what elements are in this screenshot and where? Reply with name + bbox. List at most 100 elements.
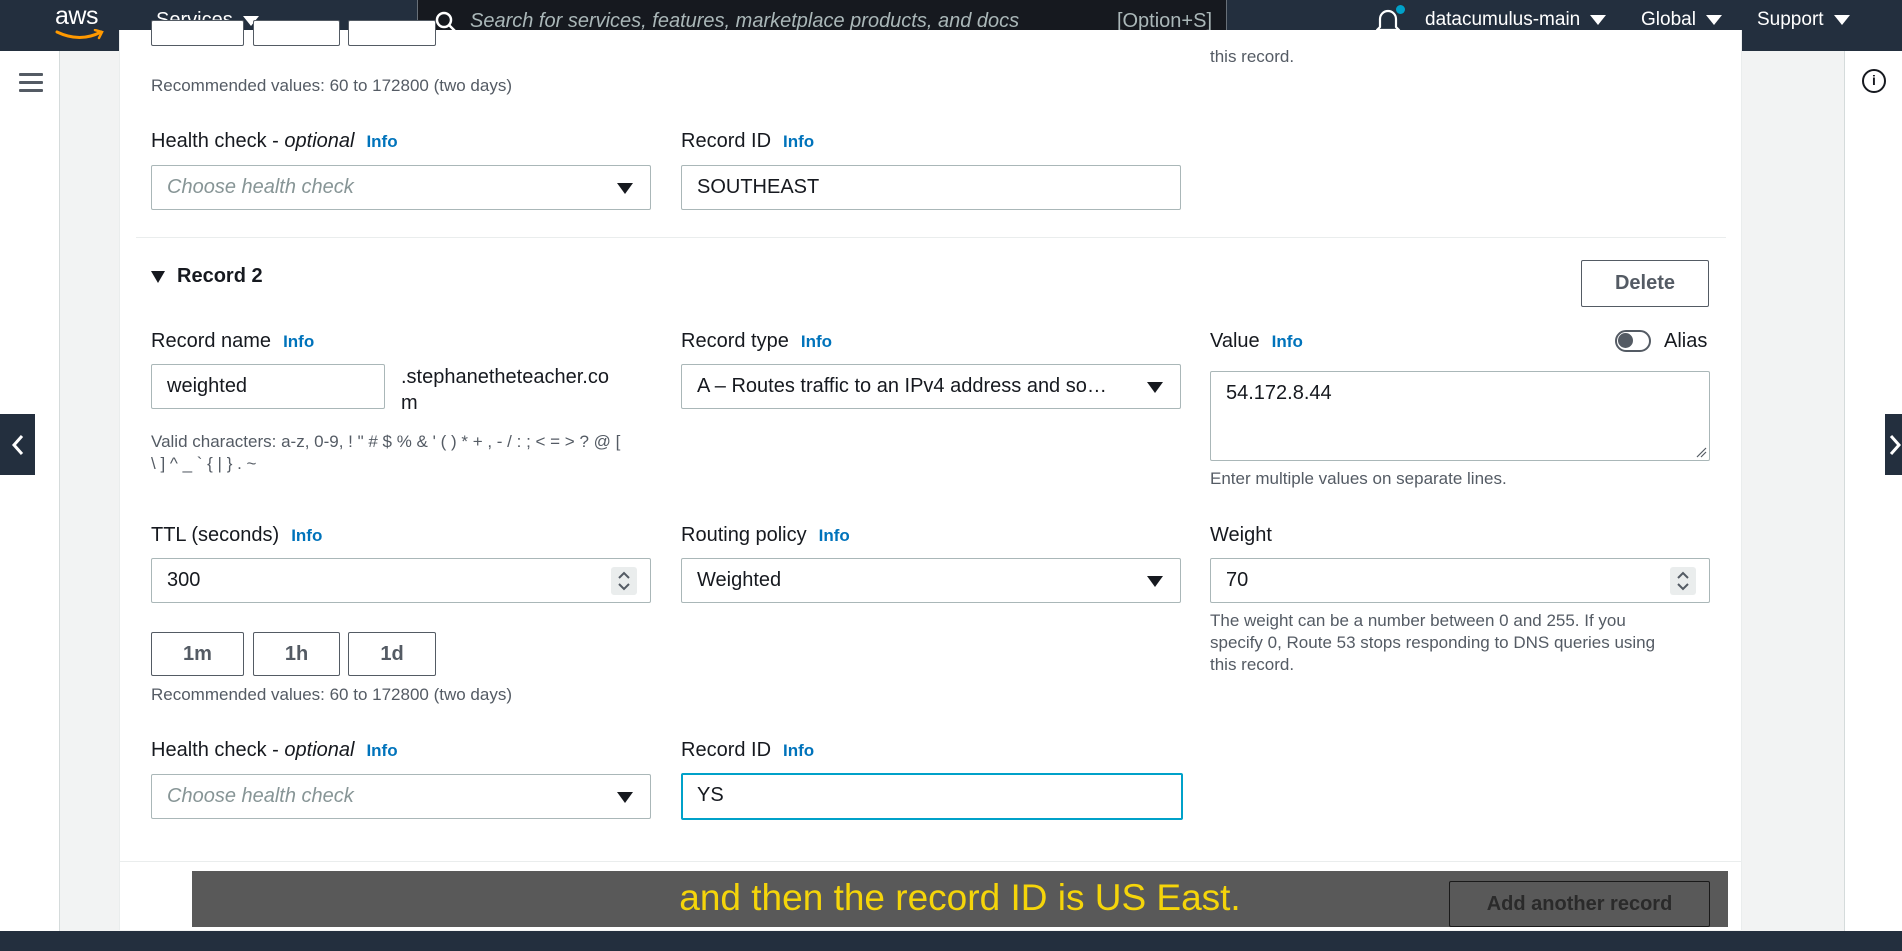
record2-routing-select[interactable]: Weighted	[681, 558, 1181, 603]
record1-record-id-label-text: Record ID	[681, 130, 772, 152]
record2-valid-chars-line1: Valid characters: a-z, 0-9, ! " # $ % & …	[151, 432, 621, 451]
stepper-up-down-icon	[1677, 571, 1689, 591]
record-divider	[136, 237, 1726, 238]
record1-ttl-1h-button[interactable]	[253, 20, 340, 46]
record2-ttl-1h-button[interactable]: 1h	[253, 632, 340, 676]
account-menu[interactable]: datacumulus-main	[1425, 9, 1607, 31]
record2-ttl-label-text: TTL (seconds)	[151, 524, 280, 546]
right-side-rail: i	[1844, 51, 1902, 931]
left-side-rail	[0, 51, 60, 931]
notification-dot	[1396, 5, 1405, 14]
record2-weight-helper-line3: this record.	[1210, 655, 1295, 674]
support-caret-icon	[1833, 15, 1850, 25]
aws-smile-icon	[55, 29, 104, 40]
record1-ttl-1d-button[interactable]	[348, 20, 436, 46]
record2-type-info-link[interactable]: Info	[801, 332, 832, 351]
record2-type-select[interactable]: A – Routes traffic to an IPv4 address an…	[681, 364, 1181, 409]
record2-value-label: Value Info	[1210, 330, 1303, 353]
bottom-footer-bar	[0, 931, 1902, 951]
form-bottom-divider	[120, 861, 1742, 862]
record2-health-check-caret-icon	[617, 792, 633, 803]
record2-value-label-text: Value	[1210, 330, 1260, 352]
record2-type-caret-icon	[1147, 382, 1163, 393]
record1-health-check-info-link[interactable]: Info	[366, 132, 397, 151]
record2-routing-value: Weighted	[697, 569, 782, 591]
record2-record-id-input[interactable]: YS	[681, 773, 1183, 820]
record1-health-check-optional: optional	[284, 130, 355, 152]
stepper-up-down-icon	[618, 571, 630, 591]
record1-record-id-info-link[interactable]: Info	[783, 132, 814, 151]
record1-health-check-caret-icon	[617, 183, 633, 194]
record2-record-id-label-text: Record ID	[681, 739, 772, 761]
help-panel-info-icon[interactable]: i	[1862, 69, 1886, 93]
region-caret-icon	[1705, 15, 1722, 25]
support-label: Support	[1757, 9, 1824, 30]
record2-type-label-text: Record type	[681, 330, 789, 352]
create-records-form: Recommended values: 60 to 172800 (two da…	[119, 20, 1742, 930]
record1-weight-helper-text: this record.	[1210, 47, 1295, 66]
record2-valid-chars-line2: \ ] ^ _ ` { | } . ~	[151, 454, 257, 473]
region-menu[interactable]: Global	[1641, 9, 1722, 31]
record2-health-check-optional: optional	[284, 739, 355, 761]
record2-ttl-stepper[interactable]	[611, 567, 637, 595]
record2-health-check-label: Health check - optional Info	[151, 739, 398, 762]
record2-weight-label: Weight	[1210, 524, 1272, 546]
record2-health-check-select[interactable]: Choose health check	[151, 774, 651, 819]
record2-expander[interactable]: Record 2	[151, 265, 263, 288]
record2-value-textarea[interactable]: 54.172.8.44	[1210, 371, 1710, 461]
add-another-record-button[interactable]: Add another record	[1449, 881, 1710, 927]
record1-health-check-label-text: Health check -	[151, 130, 285, 152]
menu-hamburger-icon[interactable]	[19, 73, 43, 93]
aws-logo[interactable]: aws	[55, 2, 111, 42]
alias-toggle-knob	[1618, 333, 1633, 348]
previous-slide-arrow[interactable]	[0, 414, 35, 475]
record2-ttl-recommended-text: Recommended values: 60 to 172800 (two da…	[151, 685, 512, 704]
record2-name-label: Record name Info	[151, 330, 314, 353]
record2-title: Record 2	[177, 265, 263, 287]
record2-routing-label-text: Routing policy	[681, 524, 807, 546]
record2-value-helper: Enter multiple values on separate lines.	[1210, 469, 1507, 488]
alias-toggle[interactable]	[1615, 330, 1651, 352]
record2-record-id-label: Record ID Info	[681, 739, 814, 762]
record1-health-check-placeholder: Choose health check	[167, 176, 354, 198]
record2-weight-stepper[interactable]	[1670, 567, 1696, 595]
record2-weight-helper-line2: specify 0, Route 53 stops responding to …	[1210, 633, 1656, 652]
alias-label: Alias	[1664, 330, 1708, 352]
chevron-left-icon	[11, 434, 23, 455]
record2-record-id-info-link[interactable]: Info	[783, 741, 814, 760]
record2-ttl-info-link[interactable]: Info	[291, 526, 322, 545]
record2-weight-helper-line1: The weight can be a number between 0 and…	[1210, 611, 1626, 630]
next-slide-arrow[interactable]	[1885, 414, 1902, 475]
record1-record-id-input[interactable]: SOUTHEAST	[681, 165, 1181, 210]
account-caret-icon	[1590, 15, 1607, 25]
record2-health-check-info-link[interactable]: Info	[366, 741, 397, 760]
record2-type-value: A – Routes traffic to an IPv4 address an…	[697, 375, 1107, 397]
record1-ttl-1m-button[interactable]	[151, 20, 244, 46]
record2-health-check-placeholder: Choose health check	[167, 785, 354, 807]
record1-record-id-label: Record ID Info	[681, 130, 814, 153]
record2-name-input[interactable]: weighted	[151, 364, 385, 409]
record2-value-text: 54.172.8.44	[1226, 382, 1332, 404]
record2-routing-label: Routing policy Info	[681, 524, 850, 547]
record1-ttl-recommended-text: Recommended values: 60 to 172800 (two da…	[151, 76, 512, 95]
record2-name-info-link[interactable]: Info	[283, 332, 314, 351]
record2-delete-button[interactable]: Delete	[1581, 260, 1709, 307]
record2-ttl-1m-button[interactable]: 1m	[151, 632, 244, 676]
record2-name-label-text: Record name	[151, 330, 272, 352]
resize-grip-icon[interactable]	[1695, 446, 1707, 458]
record2-health-check-label-text: Health check -	[151, 739, 285, 761]
region-name: Global	[1641, 9, 1696, 30]
collapse-caret-icon	[151, 270, 165, 283]
record2-weight-input[interactable]: 70	[1210, 558, 1710, 603]
record2-routing-info-link[interactable]: Info	[819, 526, 850, 545]
record2-ttl-value: 300	[167, 569, 201, 591]
account-name: datacumulus-main	[1425, 9, 1581, 30]
record1-health-check-select[interactable]: Choose health check	[151, 165, 651, 210]
record2-domain-suffix-line1: .stephanetheteacher.co	[401, 366, 609, 388]
record2-ttl-1d-button[interactable]: 1d	[348, 632, 436, 676]
support-menu[interactable]: Support	[1757, 9, 1850, 31]
record2-ttl-input[interactable]: 300	[151, 558, 651, 603]
record2-type-label: Record type Info	[681, 330, 832, 353]
record2-weight-value: 70	[1226, 569, 1249, 591]
record2-value-info-link[interactable]: Info	[1272, 332, 1303, 351]
